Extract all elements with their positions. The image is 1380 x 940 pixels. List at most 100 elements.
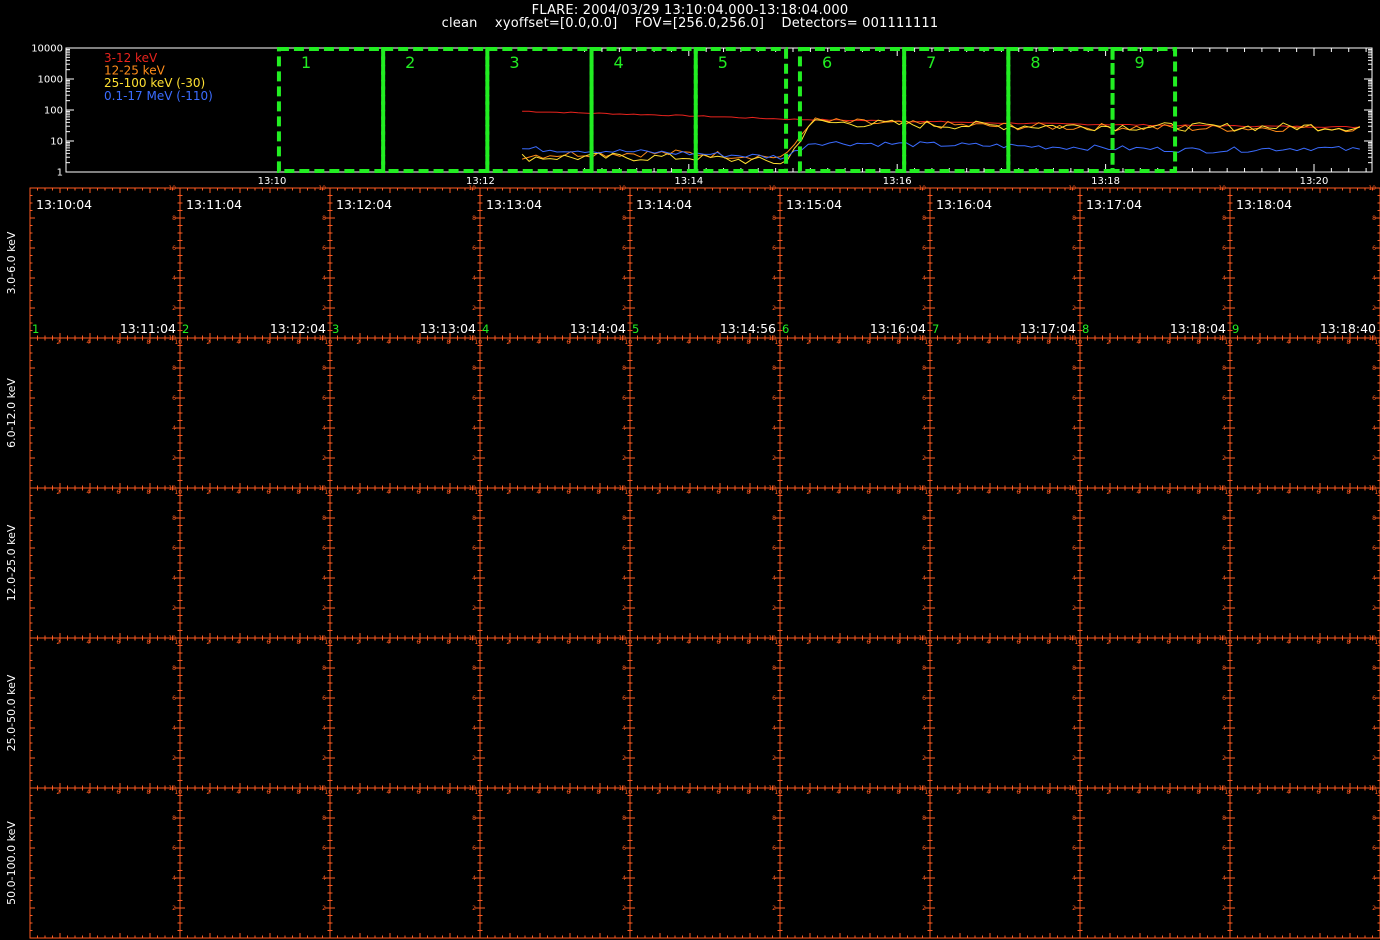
- image-end-time: 13:18:40: [1320, 321, 1376, 336]
- panel-y-tick-label: 6: [172, 545, 176, 552]
- panel-y-tick-label: 10: [618, 335, 626, 342]
- panel-y-tick-label: 4: [772, 725, 776, 732]
- panel-y-tick-label: 10: [1368, 635, 1376, 642]
- panel-y-tick-label: 8: [472, 815, 476, 822]
- panel-y-tick-label: 6: [772, 395, 776, 402]
- panel-y-tick-label: 10: [168, 335, 176, 342]
- panel-x-tick-label: 4: [836, 639, 840, 646]
- interval-label: 1: [301, 53, 311, 72]
- panel-y-tick-label: 4: [322, 725, 326, 732]
- panel-y-tick-label: 10: [468, 485, 476, 492]
- energy-band-label: 3.0-6.0 keV: [5, 231, 18, 294]
- panel-x-tick-label: 2: [1256, 789, 1260, 796]
- panel-y-tick-label: 6: [322, 845, 326, 852]
- panel-x-tick-label: 6: [266, 639, 270, 646]
- panel-x-tick-label: 6: [1166, 489, 1170, 496]
- panel-x-tick-label: 8: [446, 489, 450, 496]
- panel-y-tick-label: 10: [318, 785, 326, 792]
- panel-x-tick-label: 8: [596, 339, 600, 346]
- panel-y-tick-label: 2: [472, 305, 476, 312]
- panel-y-tick-label: 8: [772, 215, 776, 222]
- panel-y-tick-label: 8: [1072, 365, 1076, 372]
- panel-x-tick-label: 6: [416, 339, 420, 346]
- panel-y-tick-label: 2: [1372, 605, 1376, 612]
- image-start-time: 13:18:04: [1236, 197, 1292, 212]
- image-panel: [1079, 337, 1231, 489]
- image-index: 4: [482, 322, 489, 336]
- panel-y-tick-label: 10: [318, 485, 326, 492]
- panel-x-tick-label: 2: [356, 639, 360, 646]
- panel-y-tick-label: 6: [622, 395, 626, 402]
- panel-y-tick-label: 6: [322, 545, 326, 552]
- x-tick-label: 13:10: [258, 176, 287, 187]
- panel-x-tick-label: 8: [596, 639, 600, 646]
- image-panel: [179, 487, 331, 639]
- panel-y-tick-label: 10: [1068, 485, 1076, 492]
- panel-y-tick-label: 4: [1372, 725, 1376, 732]
- panel-y-tick-label: 10: [918, 635, 926, 642]
- panel-x-tick-label: 8: [146, 639, 150, 646]
- image-end-time: 13:14:04: [570, 321, 626, 336]
- panel-x-tick-label: 2: [1106, 339, 1110, 346]
- panel-y-tick-label: 6: [472, 695, 476, 702]
- panel-y-tick-label: 6: [1072, 695, 1076, 702]
- panel-y-tick-label: 6: [172, 245, 176, 252]
- panel-x-tick-label: 2: [56, 339, 60, 346]
- panel-y-tick-label: 10: [918, 485, 926, 492]
- panel-x-tick-label: 4: [986, 789, 990, 796]
- panel-x-tick-label: 4: [686, 639, 690, 646]
- panel-y-tick-label: 2: [622, 605, 626, 612]
- panel-y-tick-label: 4: [172, 275, 176, 282]
- panel-y-tick-label: 4: [1072, 425, 1076, 432]
- image-start-time: 13:17:04: [1086, 197, 1142, 212]
- panel-x-tick-label: 6: [1166, 339, 1170, 346]
- energy-band-label: 6.0-12.0 keV: [5, 378, 18, 448]
- panel-y-tick-label: 2: [772, 755, 776, 762]
- panel-y-tick-label: 2: [922, 905, 926, 912]
- panel-y-tick-label: 10: [1368, 335, 1376, 342]
- interval-box: [902, 47, 1011, 173]
- panel-y-tick-label: 10: [1368, 785, 1376, 792]
- panel-y-tick-label: 2: [1372, 905, 1376, 912]
- panel-y-tick-label: 2: [1222, 755, 1226, 762]
- panel-y-tick-label: 8: [622, 815, 626, 822]
- panel-y-tick-label: 6: [472, 845, 476, 852]
- panel-x-tick-label: 2: [356, 489, 360, 496]
- panel-y-tick-label: 2: [322, 305, 326, 312]
- panel-y-tick-label: 8: [1372, 515, 1376, 522]
- panel-x-tick-label: 6: [116, 789, 120, 796]
- panel-y-tick-label: 4: [322, 425, 326, 432]
- image-panel: [179, 637, 331, 789]
- panel-x-tick-label: 4: [1286, 639, 1290, 646]
- panel-x-tick-label: 6: [116, 489, 120, 496]
- panel-y-tick-label: 8: [922, 515, 926, 522]
- panel-x-tick-label: 6: [1166, 639, 1170, 646]
- panel-y-tick-label: 2: [1372, 755, 1376, 762]
- panel-y-tick-label: 10: [1218, 335, 1226, 342]
- panel-x-tick-label: 4: [1136, 639, 1140, 646]
- series-line: [522, 110, 1360, 129]
- image-panel: [629, 637, 781, 789]
- panel-x-tick-label: 8: [1346, 339, 1350, 346]
- panel-y-tick-label: 8: [772, 515, 776, 522]
- image-end-time: 13:17:04: [1020, 321, 1076, 336]
- panel-x-tick-label: 6: [716, 639, 720, 646]
- panel-x-tick-label: 4: [86, 639, 90, 646]
- panel-y-tick-label: 8: [922, 665, 926, 672]
- panel-y-tick-label: 2: [1372, 305, 1376, 312]
- panel-y-tick-label: 6: [172, 695, 176, 702]
- panel-y-tick-label: 4: [1072, 575, 1076, 582]
- panel-y-tick-label: 8: [472, 515, 476, 522]
- panel-y-tick-label: 4: [172, 575, 176, 582]
- image-panel: [479, 787, 631, 939]
- panel-x-tick-label: 2: [506, 789, 510, 796]
- panel-x-tick-label: 6: [1016, 639, 1020, 646]
- panel-y-tick-label: 4: [1072, 275, 1076, 282]
- interval-box: [1006, 47, 1115, 173]
- interval-label: 6: [822, 53, 832, 72]
- panel-x-tick-label: 2: [656, 639, 660, 646]
- panel-x-tick-label: 2: [206, 489, 210, 496]
- panel-y-tick-label: 6: [1372, 545, 1376, 552]
- panel-x-tick-label: 2: [356, 339, 360, 346]
- x-tick-label: 13:18: [1091, 176, 1120, 187]
